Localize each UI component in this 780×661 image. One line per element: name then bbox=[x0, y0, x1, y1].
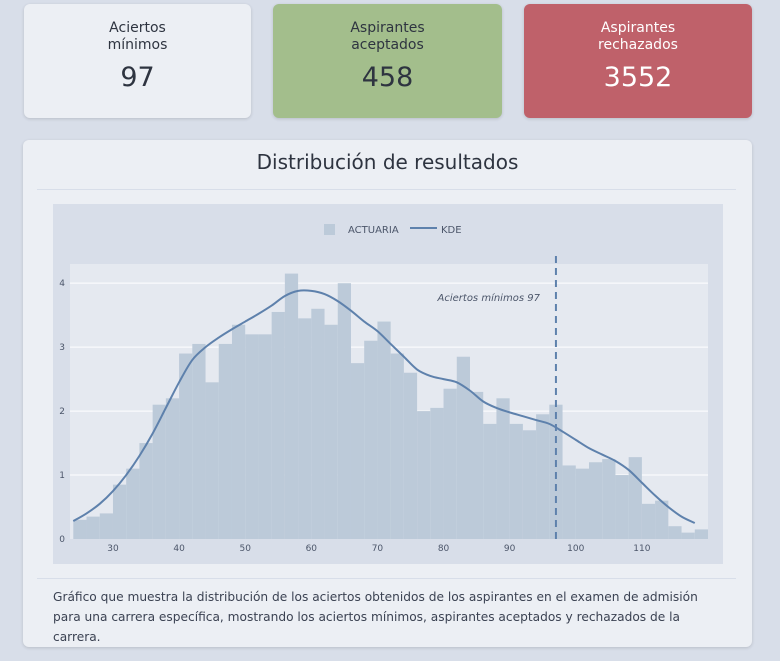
x-tick-label: 50 bbox=[239, 544, 251, 554]
y-tick-label: 4 bbox=[59, 279, 65, 289]
histogram-bar bbox=[522, 430, 537, 539]
x-tick-label: 60 bbox=[306, 544, 318, 554]
histogram-bar bbox=[311, 308, 325, 539]
rejected-card: Aspirantes rechazados 3552 bbox=[524, 4, 752, 118]
histogram-bar bbox=[192, 343, 206, 539]
histogram-bar bbox=[575, 468, 589, 539]
histogram-bar bbox=[364, 340, 378, 539]
rejected-value: 3552 bbox=[603, 62, 673, 93]
panel-divider-top bbox=[37, 189, 736, 190]
histogram-bar bbox=[218, 343, 232, 539]
histogram-bar bbox=[417, 411, 431, 539]
histogram-bar bbox=[562, 465, 576, 539]
y-tick-label: 0 bbox=[59, 535, 65, 545]
histogram-bar bbox=[350, 363, 365, 539]
histogram-bar bbox=[258, 334, 272, 539]
threshold-label: Aciertos mínimos 97 bbox=[437, 292, 541, 304]
legend-swatch-actuaria bbox=[324, 224, 335, 235]
histogram-bar bbox=[469, 391, 484, 539]
chart-caption: Gráfico que muestra la distribución de l… bbox=[53, 590, 698, 644]
histogram-bar bbox=[179, 353, 193, 539]
histogram-bar bbox=[284, 273, 299, 539]
histogram-bar bbox=[641, 503, 656, 539]
legend-label-kde: KDE bbox=[441, 225, 462, 236]
histogram-bar bbox=[694, 529, 708, 539]
histogram-bar bbox=[152, 404, 166, 539]
y-tick-label: 3 bbox=[59, 343, 65, 353]
rejected-label: Aspirantes rechazados bbox=[598, 20, 678, 53]
histogram-bar bbox=[483, 423, 497, 539]
panel-divider-bottom bbox=[37, 578, 736, 579]
histogram-bar bbox=[298, 318, 312, 539]
histogram-bar bbox=[615, 475, 629, 539]
histogram-bar bbox=[112, 484, 127, 539]
panel-title: Distribución de resultados bbox=[256, 150, 519, 174]
x-tick-label: 110 bbox=[633, 544, 650, 554]
histogram-bar bbox=[231, 324, 246, 539]
histogram-bar bbox=[205, 382, 219, 539]
histogram-bar bbox=[403, 372, 418, 539]
histogram-bar bbox=[86, 516, 100, 539]
x-tick-label: 70 bbox=[372, 544, 384, 554]
histogram-bar bbox=[390, 353, 404, 539]
min-score-value: 97 bbox=[120, 62, 155, 93]
histogram-bar bbox=[668, 526, 682, 539]
histogram-bar bbox=[99, 513, 113, 539]
accepted-card: Aspirantes aceptados 458 bbox=[273, 4, 502, 118]
histogram-bar bbox=[602, 459, 616, 539]
histogram-bar bbox=[588, 462, 603, 539]
histogram-bar bbox=[245, 334, 259, 539]
histogram-bar bbox=[509, 423, 523, 539]
histogram-bar bbox=[377, 321, 391, 539]
accepted-label: Aspirantes aceptados bbox=[350, 20, 425, 53]
x-tick-label: 90 bbox=[504, 544, 516, 554]
histogram-bar bbox=[73, 519, 87, 539]
histogram-bar bbox=[126, 468, 140, 539]
y-tick-label: 1 bbox=[59, 471, 65, 481]
x-tick-label: 100 bbox=[567, 544, 584, 554]
y-tick-label: 2 bbox=[59, 407, 65, 417]
histogram-bar bbox=[536, 414, 550, 539]
histogram-bar bbox=[681, 532, 695, 539]
histogram-bar bbox=[165, 398, 180, 539]
x-tick-label: 80 bbox=[438, 544, 450, 554]
min-score-card: Aciertos mínimos 97 bbox=[24, 4, 251, 118]
histogram-bar bbox=[337, 283, 351, 539]
histogram-bar bbox=[496, 398, 510, 539]
x-tick-label: 40 bbox=[173, 544, 185, 554]
distribution-chart: Aciertos mínimos 97 30 40 50 60 70 80 90 100 110… bbox=[53, 204, 723, 564]
histogram-bar bbox=[430, 407, 444, 539]
x-tick-label: 30 bbox=[107, 544, 119, 554]
histogram-bar bbox=[443, 388, 457, 539]
histogram-bar bbox=[324, 324, 338, 539]
histogram-bar bbox=[139, 443, 153, 539]
accepted-value: 458 bbox=[361, 62, 414, 93]
histogram-bar bbox=[271, 311, 285, 539]
min-score-label: Aciertos mínimos bbox=[107, 20, 168, 53]
histogram-bar bbox=[628, 457, 642, 539]
legend-label-actuaria: ACTUARIA bbox=[348, 225, 399, 236]
